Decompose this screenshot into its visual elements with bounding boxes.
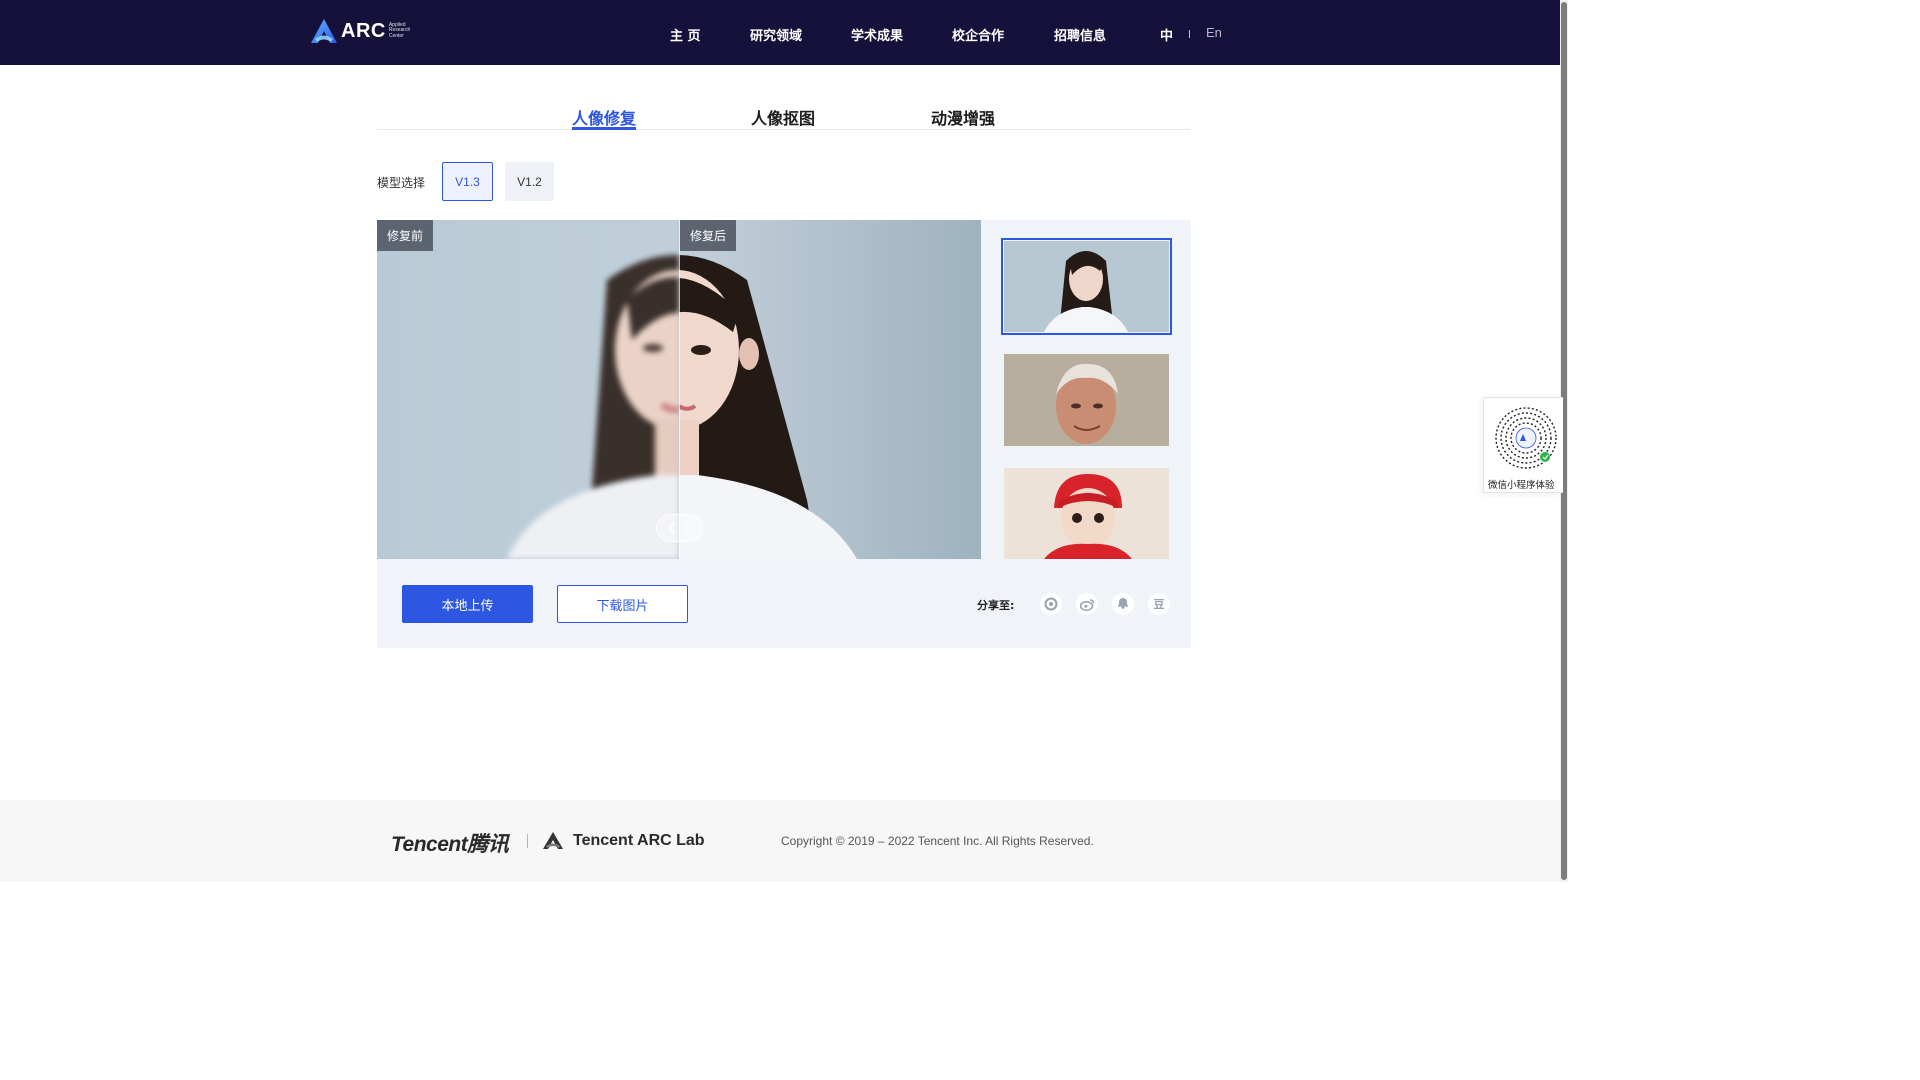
lang-chinese[interactable]: 中 [1160,25,1173,44]
tab-anime-enhancement[interactable]: 动漫增强 [931,105,995,129]
before-image [377,220,679,559]
model-option-v13[interactable]: V1.3 [442,162,493,201]
logo-subtitle: Applied Research Center [388,22,410,40]
lang-divider [1189,30,1190,38]
tencent-logo: Tencent腾讯 [391,833,509,856]
arc-logo[interactable]: ARC Applied Research Center [310,18,410,44]
nav-careers[interactable]: 招聘信息 [1054,25,1106,44]
download-button[interactable]: 下载图片 [557,585,688,623]
wechat-moments-icon[interactable] [1040,593,1062,615]
miniprogram-label: 微信小程序体验 [1488,480,1555,491]
arc-lab-text: Tencent ARC Lab [573,831,705,849]
upload-button[interactable]: 本地上传 [402,585,533,623]
qr-code-icon [1495,407,1557,469]
arc-logo-icon [311,19,337,43]
arc-lab-logo: Tencent ARC Lab [542,831,705,850]
logo-sub-line: Center [388,32,404,39]
tabs-divider [377,129,1190,130]
model-option-v12[interactable]: V1.2 [505,162,554,201]
logo-text: ARC [341,19,386,42]
after-label: 修复后 [680,220,737,251]
douban-icon[interactable]: 豆 [1148,593,1170,615]
nav-home[interactable]: 主 页 [670,25,701,44]
compare-slider-handle[interactable] [656,514,703,542]
footer-divider [527,834,528,848]
sample-thumbnail-man[interactable] [1004,354,1169,446]
chevron-right-icon [684,522,690,534]
qq-icon[interactable] [1112,593,1134,615]
arc-lab-icon [543,832,563,849]
sample-thumbnail-child[interactable] [1004,468,1169,559]
copyright-text: Copyright © 2019 – 2022 Tencent Inc. All… [781,834,1094,848]
before-label: 修复前 [377,220,434,251]
tab-portrait-matting[interactable]: 人像抠图 [751,105,815,129]
active-tab-indicator [572,127,636,130]
weibo-icon[interactable] [1076,593,1098,615]
nav-publications[interactable]: 学术成果 [851,25,903,44]
footer [0,800,1560,882]
nav-cooperation[interactable]: 校企合作 [952,25,1004,44]
model-select-label: 模型选择 [377,176,426,190]
after-image [679,220,981,559]
tab-portrait-restoration[interactable]: 人像修复 [572,105,636,129]
compare-divider-line [679,220,680,559]
nav-research[interactable]: 研究领域 [750,25,802,44]
share-label: 分享至: [977,599,1015,612]
lang-english[interactable]: En [1206,25,1222,40]
chevron-left-icon [669,522,675,534]
sample-thumbnail-woman[interactable] [1001,238,1172,335]
